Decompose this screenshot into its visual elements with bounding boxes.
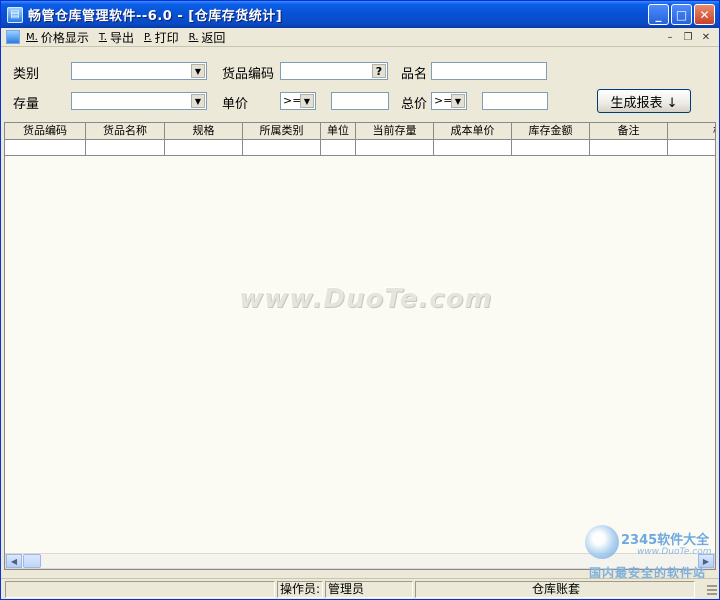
maximize-button[interactable]: □ — [671, 4, 692, 25]
chevron-down-icon[interactable]: ▼ — [451, 94, 465, 108]
menu-return[interactable]: R. 返回 — [189, 29, 226, 46]
column-header[interactable]: 核算 — [668, 123, 715, 140]
mdi-restore-icon[interactable]: ❐ — [681, 30, 695, 44]
title-bar[interactable]: ▤ 畅管仓库管理软件--6.0 - [仓库存货统计] _ □ ✕ — [1, 1, 719, 28]
name-label: 品名 — [401, 67, 428, 82]
table-cell[interactable] — [165, 140, 243, 156]
table-row[interactable] — [5, 140, 715, 156]
mdi-minimize-icon[interactable]: – — [663, 30, 677, 44]
total-operator-select[interactable]: >= ▼ — [431, 92, 467, 110]
app-window: ▤ 畅管仓库管理软件--6.0 - [仓库存货统计] _ □ ✕ M. 价格显示… — [0, 0, 720, 600]
menu-label: 导出 — [109, 30, 134, 45]
document-icon[interactable] — [6, 30, 20, 44]
column-header[interactable]: 规格 — [165, 123, 243, 140]
resize-grip-icon[interactable] — [707, 585, 717, 597]
table-cell[interactable] — [434, 140, 512, 156]
scroll-thumb[interactable] — [23, 554, 41, 568]
logo-icon — [585, 525, 619, 559]
table-cell[interactable] — [321, 140, 356, 156]
menu-hotkey: M. — [26, 31, 38, 43]
total-input[interactable] — [482, 92, 548, 110]
generate-report-button[interactable]: 生成报表 ↓ — [597, 89, 691, 113]
table-cell[interactable] — [5, 140, 86, 156]
operator-value: 管理员 — [325, 581, 413, 598]
menu-bar: M. 价格显示 T. 导出 P. 打印 R. 返回 – ❐ ✕ — [1, 28, 719, 47]
scroll-left-icon[interactable]: ◀ — [6, 554, 22, 568]
column-header[interactable]: 货品编码 — [5, 123, 86, 140]
column-header[interactable]: 备注 — [590, 123, 668, 140]
column-header[interactable]: 成本单价 — [434, 123, 512, 140]
column-header[interactable]: 当前存量 — [356, 123, 434, 140]
account-name: 仓库账套 — [415, 581, 695, 598]
close-button[interactable]: ✕ — [694, 4, 715, 25]
table-cell[interactable] — [512, 140, 590, 156]
column-header[interactable]: 库存金额 — [512, 123, 590, 140]
chevron-down-icon[interactable]: ▼ — [191, 94, 205, 108]
price-input[interactable] — [331, 92, 389, 110]
stock-grid[interactable]: 货品编码 货品名称 规格 所属类别 单位 当前存量 成本单价 库存金额 备注 核… — [4, 122, 716, 570]
chevron-down-icon[interactable]: ▼ — [191, 64, 205, 78]
lookup-button[interactable]: ? — [372, 64, 386, 78]
stock-label: 存量 — [13, 97, 40, 112]
menu-export[interactable]: T. 导出 — [99, 29, 134, 46]
window-title: 畅管仓库管理软件--6.0 - [仓库存货统计] — [28, 9, 283, 24]
watermark-text: www.DuoTe.com — [239, 284, 493, 314]
window-controls: _ □ ✕ — [648, 4, 715, 25]
column-header[interactable]: 单位 — [321, 123, 356, 140]
logo-url: www.DuoTe.com — [637, 547, 712, 557]
code-input[interactable]: ? — [280, 62, 388, 80]
column-header[interactable]: 货品名称 — [86, 123, 165, 140]
table-cell[interactable] — [356, 140, 434, 156]
filter-panel: 类别 ▼ 货品编码 ? 品名 存量 ▼ 单价 >= ▼ 总价 >= ▼ 生成报表… — [1, 48, 719, 122]
price-operator-value: >= — [283, 94, 302, 107]
column-header[interactable]: 所属类别 — [243, 123, 321, 140]
minimize-button[interactable]: _ — [648, 4, 669, 25]
logo-brand: 2345软件大全 — [621, 533, 710, 548]
menu-label: 价格显示 — [40, 30, 89, 45]
table-cell[interactable] — [590, 140, 668, 156]
category-select[interactable]: ▼ — [71, 62, 207, 80]
total-label: 总价 — [401, 97, 428, 112]
watermark-logo: 2345软件大全 www.DuoTe.com 国内最安全的软件站 — [585, 521, 719, 583]
price-label: 单价 — [222, 97, 249, 112]
table-cell[interactable] — [86, 140, 165, 156]
menu-hotkey: R. — [188, 31, 199, 43]
menu-label: 打印 — [154, 30, 179, 45]
code-label: 货品编码 — [222, 67, 275, 82]
chevron-down-icon[interactable]: ▼ — [300, 94, 314, 108]
grid-header: 货品编码 货品名称 规格 所属类别 单位 当前存量 成本单价 库存金额 备注 核… — [5, 123, 715, 140]
menu-price-display[interactable]: M. 价格显示 — [26, 29, 89, 46]
table-cell[interactable] — [243, 140, 321, 156]
table-cell[interactable] — [668, 140, 715, 156]
category-label: 类别 — [13, 67, 40, 82]
status-panel-main — [5, 581, 275, 598]
operator-label: 操作员: — [277, 581, 323, 598]
menu-hotkey: P. — [143, 31, 152, 43]
menu-print[interactable]: P. 打印 — [144, 29, 179, 46]
stock-select[interactable]: ▼ — [71, 92, 207, 110]
total-operator-value: >= — [434, 94, 453, 107]
price-operator-select[interactable]: >= ▼ — [280, 92, 316, 110]
menu-label: 返回 — [201, 30, 226, 45]
menu-hotkey: T. — [98, 31, 107, 43]
mdi-close-icon[interactable]: ✕ — [699, 30, 713, 44]
name-input[interactable] — [431, 62, 547, 80]
app-icon: ▤ — [7, 6, 23, 23]
status-bar: 操作员: 管理员 仓库账套 — [1, 578, 719, 599]
mdi-controls: – ❐ ✕ — [663, 30, 713, 44]
